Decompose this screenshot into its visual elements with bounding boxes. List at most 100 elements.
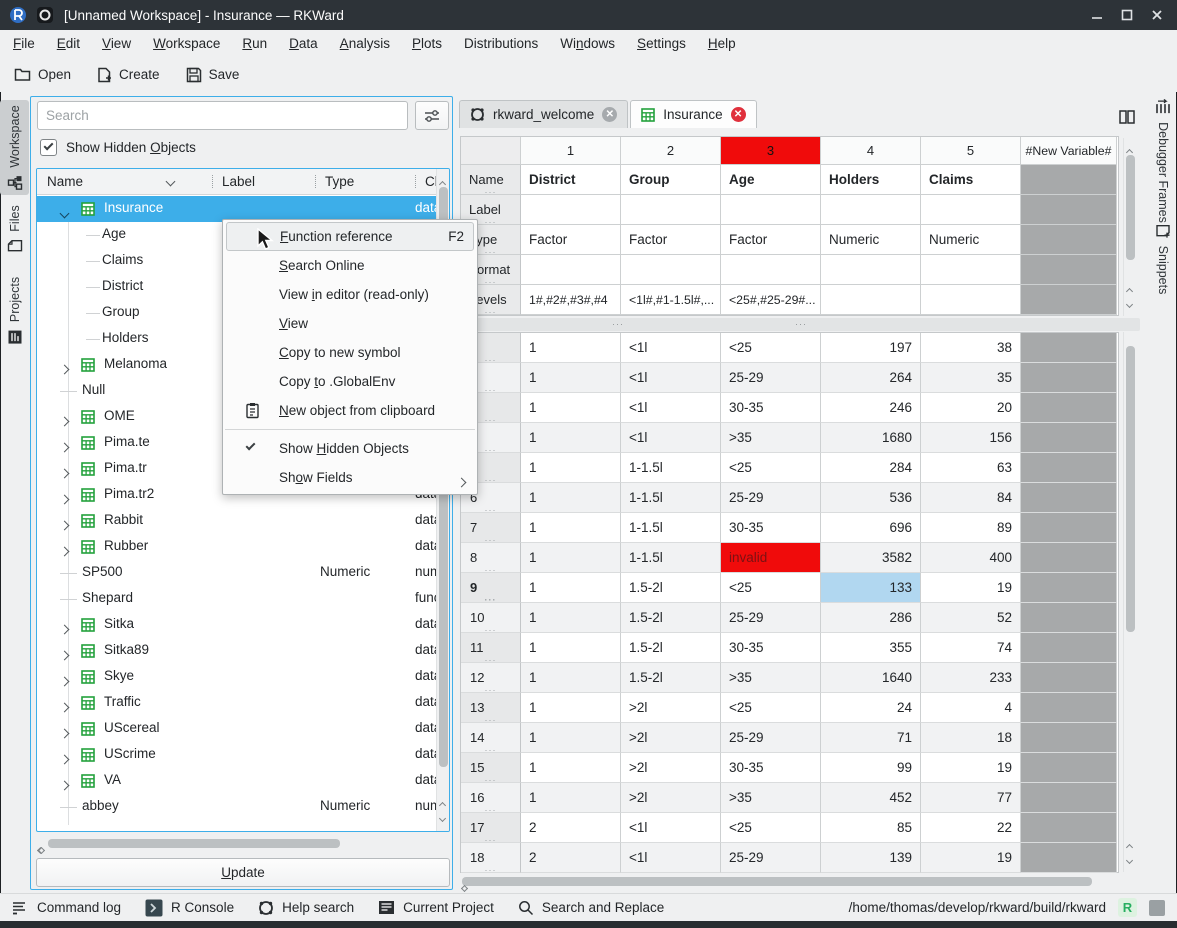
data-cell[interactable]: 19 xyxy=(921,753,1021,783)
data-cell-new-variable[interactable] xyxy=(1021,753,1117,783)
data-cell[interactable]: 20 xyxy=(921,393,1021,423)
row-header-14[interactable]: 14··· xyxy=(461,723,521,753)
editor-horizontal-scrollbar[interactable] xyxy=(459,875,1139,888)
expander-closed-icon[interactable] xyxy=(61,361,68,376)
statusbar-search-and-replace[interactable]: Search and Replace xyxy=(518,900,664,916)
menu-run[interactable]: Run xyxy=(231,32,278,55)
context-menu-item-show-hidden-objects[interactable]: Show Hidden Objects xyxy=(223,434,477,463)
data-cell[interactable]: <25 xyxy=(721,573,821,603)
meta-cell[interactable] xyxy=(921,195,1021,225)
data-cell[interactable]: 25-29 xyxy=(721,483,821,513)
data-cell[interactable]: <1l xyxy=(621,813,721,843)
meta-cell-new-variable[interactable] xyxy=(1021,195,1117,225)
expander-closed-icon[interactable] xyxy=(61,777,68,792)
menu-file[interactable]: File xyxy=(2,32,46,55)
data-cell[interactable]: 3582 xyxy=(821,543,921,573)
tab-close-icon[interactable]: ✕ xyxy=(602,107,617,122)
row-header-17[interactable]: 17··· xyxy=(461,813,521,843)
menu-plots[interactable]: Plots xyxy=(401,32,453,55)
data-cell[interactable]: <1l xyxy=(621,333,721,363)
data-cell[interactable]: 156 xyxy=(921,423,1021,453)
expander-closed-icon[interactable] xyxy=(61,673,68,688)
data-cell-new-variable[interactable] xyxy=(1021,543,1117,573)
data-cell[interactable]: 25-29 xyxy=(721,723,821,753)
data-cell[interactable]: 1 xyxy=(521,573,621,603)
meta-cell[interactable]: Holders xyxy=(821,165,921,195)
data-cell[interactable]: 52 xyxy=(921,603,1021,633)
editor-splitter[interactable]: ······ xyxy=(457,318,1140,331)
editor-tab-rkward-welcome[interactable]: rkward_welcome✕ xyxy=(459,100,628,128)
data-cell[interactable]: 30-35 xyxy=(721,753,821,783)
meta-cell[interactable]: Numeric xyxy=(821,225,921,255)
expander-closed-icon[interactable] xyxy=(61,491,68,506)
data-cell[interactable]: 139 xyxy=(821,843,921,873)
data-cell[interactable]: 30-35 xyxy=(721,513,821,543)
tree-item-sitka89[interactable]: Sitka89data.frame xyxy=(37,638,436,664)
data-cell[interactable]: 1 xyxy=(521,723,621,753)
data-cell[interactable]: 1680 xyxy=(821,423,921,453)
data-cell[interactable]: <25 xyxy=(721,453,821,483)
meta-cell[interactable] xyxy=(721,255,821,285)
data-cell-new-variable[interactable] xyxy=(1021,813,1117,843)
data-cell[interactable]: 197 xyxy=(821,333,921,363)
menu-edit[interactable]: Edit xyxy=(46,32,91,55)
row-header-9[interactable]: 9··· xyxy=(461,573,521,603)
data-cell[interactable]: 63 xyxy=(921,453,1021,483)
menu-distributions[interactable]: Distributions xyxy=(453,32,549,55)
tree-header-name[interactable]: Name xyxy=(37,169,212,194)
tree-item-va[interactable]: VAdata.frame xyxy=(37,768,436,794)
data-cell[interactable]: >2l xyxy=(621,723,721,753)
data-cell[interactable]: >35 xyxy=(721,663,821,693)
data-cell[interactable]: 19 xyxy=(921,573,1021,603)
sidebar-tab-workspace[interactable]: Workspace xyxy=(0,100,29,195)
sidebar-tab-snippets[interactable]: Snippets xyxy=(1148,218,1177,300)
data-cell[interactable]: 35 xyxy=(921,363,1021,393)
close-button[interactable] xyxy=(1147,5,1167,25)
data-cell-new-variable[interactable] xyxy=(1021,393,1117,423)
data-cell[interactable]: 1-1.5l xyxy=(621,543,721,573)
data-cell[interactable]: 284 xyxy=(821,453,921,483)
meta-cell[interactable] xyxy=(821,195,921,225)
tree-item-skye[interactable]: Skyedata.frame xyxy=(37,664,436,690)
expander-closed-icon[interactable] xyxy=(61,647,68,662)
column-header-new-variable[interactable]: #New Variable# xyxy=(1021,137,1117,165)
meta-cell-new-variable[interactable] xyxy=(1021,255,1117,285)
data-cell[interactable]: 24 xyxy=(821,693,921,723)
data-cell-new-variable[interactable] xyxy=(1021,363,1117,393)
data-cell[interactable]: invalid xyxy=(721,543,821,573)
meta-cell[interactable]: Claims xyxy=(921,165,1021,195)
data-cell[interactable]: 1 xyxy=(521,363,621,393)
create-button[interactable]: Create xyxy=(97,67,160,83)
data-cell[interactable]: 233 xyxy=(921,663,1021,693)
meta-cell[interactable]: <25#,#25-29#... xyxy=(721,285,821,315)
meta-cell[interactable] xyxy=(521,255,621,285)
data-cell[interactable]: >2l xyxy=(621,753,721,783)
column-header-3[interactable]: 3 xyxy=(721,137,821,165)
show-hidden-objects-checkbox[interactable]: Show Hidden Objects xyxy=(40,139,196,156)
expander-closed-icon[interactable] xyxy=(61,543,68,558)
data-cell[interactable]: 25-29 xyxy=(721,603,821,633)
data-cell-new-variable[interactable] xyxy=(1021,573,1117,603)
data-cell[interactable]: 1-1.5l xyxy=(621,453,721,483)
data-cell[interactable]: 1.5-2l xyxy=(621,603,721,633)
data-cell-new-variable[interactable] xyxy=(1021,483,1117,513)
sidebar-tab-debugger-frames[interactable]: Debugger Frames xyxy=(1148,108,1177,213)
meta-cell[interactable] xyxy=(921,255,1021,285)
meta-cell[interactable] xyxy=(821,255,921,285)
menu-workspace[interactable]: Workspace xyxy=(142,32,231,55)
data-cell[interactable]: 1 xyxy=(521,693,621,723)
sidebar-tab-files[interactable]: Files xyxy=(0,200,29,258)
data-cell-new-variable[interactable] xyxy=(1021,843,1117,873)
data-cell[interactable]: 1 xyxy=(521,603,621,633)
meta-cell[interactable] xyxy=(621,255,721,285)
editor-tab-insurance[interactable]: Insurance✕ xyxy=(630,100,756,128)
checkbox-box[interactable] xyxy=(40,139,57,156)
data-cell[interactable]: 1.5-2l xyxy=(621,633,721,663)
data-cell-new-variable[interactable] xyxy=(1021,453,1117,483)
context-menu-item-new-object-from-clipboard[interactable]: New object from clipboard xyxy=(223,396,477,425)
data-cell[interactable]: 133 xyxy=(821,573,921,603)
meta-cell-new-variable[interactable] xyxy=(1021,165,1117,195)
split-view-icon[interactable] xyxy=(1119,110,1135,124)
data-cell[interactable]: 1 xyxy=(521,543,621,573)
context-menu-item-view[interactable]: View xyxy=(223,309,477,338)
